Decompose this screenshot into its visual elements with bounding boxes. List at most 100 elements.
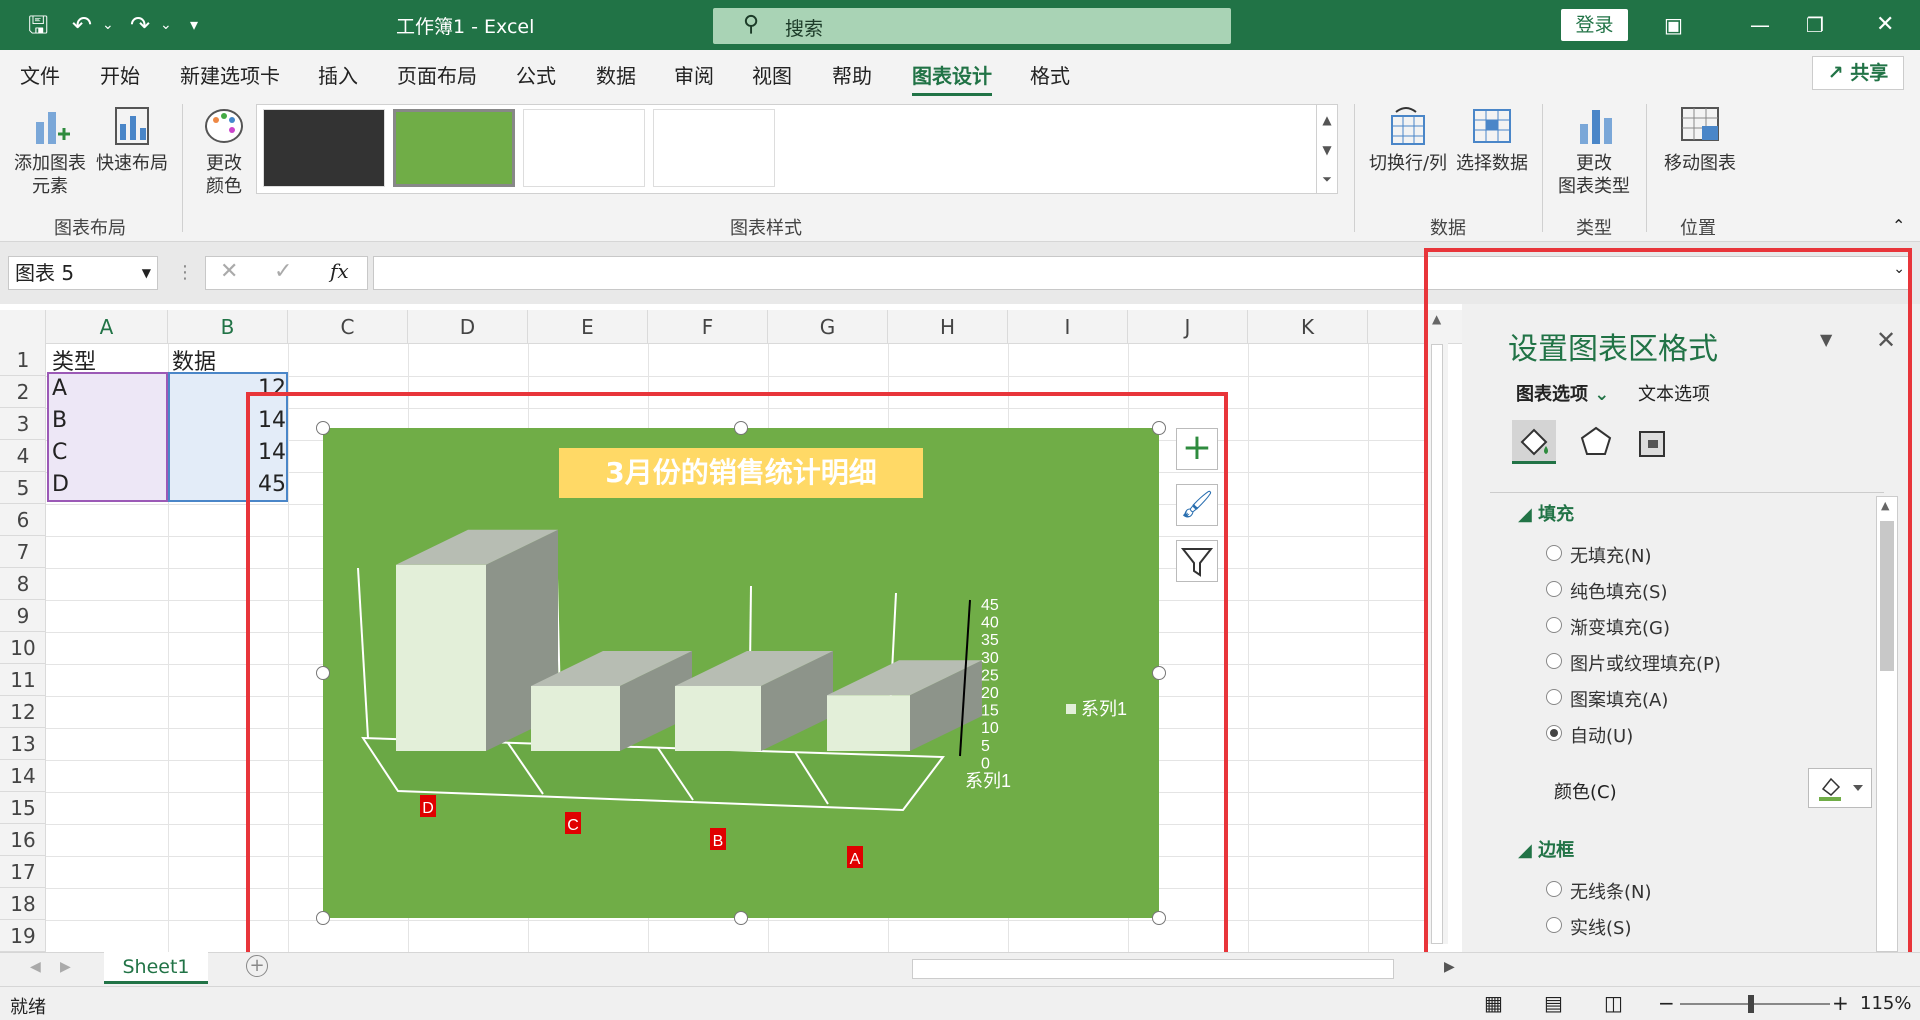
tab-page-layout[interactable]: 页面布局: [397, 60, 477, 89]
cell-a4[interactable]: C: [52, 440, 67, 465]
zoom-slider[interactable]: [1680, 1003, 1830, 1005]
tab-review[interactable]: 审阅: [674, 60, 714, 89]
tab-file[interactable]: 文件: [20, 60, 60, 89]
cancel-icon[interactable]: ✕: [220, 259, 238, 284]
column-header[interactable]: G: [768, 310, 888, 344]
row-header[interactable]: 11: [0, 664, 46, 696]
column-header[interactable]: K: [1248, 310, 1368, 344]
row-header[interactable]: 7: [0, 536, 46, 568]
login-button[interactable]: 登录: [1561, 9, 1628, 41]
search-box[interactable]: ⚲ 搜索: [713, 8, 1231, 44]
gallery-more-icon[interactable]: ⏷: [1317, 165, 1337, 193]
select-all-corner[interactable]: [0, 310, 46, 344]
row-header[interactable]: 4: [0, 440, 46, 472]
scroll-right-icon[interactable]: ▶: [1444, 959, 1455, 975]
undo-dropdown-icon[interactable]: ⌄: [102, 10, 114, 40]
redo-dropdown-icon[interactable]: ⌄: [160, 10, 172, 40]
ribbon-display-icon[interactable]: ▣: [1664, 10, 1683, 40]
tab-chart-design[interactable]: 图表设计: [912, 60, 992, 96]
horizontal-scrollbar[interactable]: [912, 959, 1394, 979]
column-header[interactable]: F: [648, 310, 768, 344]
chart-style-1[interactable]: [263, 109, 385, 187]
quick-layout-button[interactable]: 快速布局: [92, 104, 172, 175]
collapse-ribbon-icon[interactable]: ⌃: [1892, 216, 1905, 235]
column-header[interactable]: J: [1128, 310, 1248, 344]
row-header[interactable]: 9: [0, 600, 46, 632]
add-sheet-icon[interactable]: +: [246, 955, 268, 977]
column-header[interactable]: I: [1008, 310, 1128, 344]
row-header[interactable]: 12: [0, 696, 46, 728]
cell-a1[interactable]: 类型: [52, 344, 96, 376]
zoom-thumb[interactable]: [1748, 995, 1754, 1013]
name-box[interactable]: 图表 5 ▼: [8, 256, 158, 290]
redo-icon[interactable]: ↷: [130, 10, 150, 40]
chart-style-2[interactable]: [393, 109, 515, 187]
tab-help[interactable]: 帮助: [832, 60, 872, 89]
tab-home[interactable]: 开始: [100, 60, 140, 89]
column-header[interactable]: D: [408, 310, 528, 344]
change-chart-type-button[interactable]: 更改 图表类型: [1552, 104, 1636, 198]
row-header[interactable]: 3: [0, 408, 46, 440]
restore-icon[interactable]: ❐: [1806, 10, 1824, 40]
switch-row-column-button[interactable]: 切换行/列: [1366, 104, 1450, 175]
undo-icon[interactable]: ↶: [72, 10, 92, 40]
column-header[interactable]: E: [528, 310, 648, 344]
row-header[interactable]: 15: [0, 792, 46, 824]
enter-icon[interactable]: ✓: [274, 259, 292, 284]
cell-a2[interactable]: A: [52, 376, 67, 401]
column-header[interactable]: A: [46, 310, 168, 344]
gallery-scroll[interactable]: ▲ ▼ ⏷: [1316, 104, 1338, 194]
tab-new[interactable]: 新建选项卡: [180, 60, 280, 89]
column-header[interactable]: H: [888, 310, 1008, 344]
column-header[interactable]: B: [168, 310, 288, 344]
add-chart-element-button[interactable]: 添加图表 元素: [10, 104, 90, 198]
tab-insert[interactable]: 插入: [318, 60, 358, 89]
row-header[interactable]: 17: [0, 856, 46, 888]
customize-qat-icon[interactable]: ▾: [190, 10, 198, 40]
ribbon-separator: [1542, 104, 1543, 232]
zoom-in-icon[interactable]: +: [1832, 991, 1849, 1015]
normal-view-icon[interactable]: ▦: [1484, 991, 1503, 1015]
add-element-label: 添加图表 元素: [14, 153, 86, 197]
row-header[interactable]: 19: [0, 920, 46, 952]
save-icon[interactable]: 🖫: [28, 10, 48, 40]
tab-view[interactable]: 视图: [752, 60, 792, 89]
row-header[interactable]: 5: [0, 472, 46, 504]
insert-function-icon[interactable]: fx: [330, 259, 349, 283]
select-data-button[interactable]: 选择数据: [1452, 104, 1532, 175]
row-header[interactable]: 16: [0, 824, 46, 856]
row-header[interactable]: 1: [0, 344, 46, 376]
cell-a5[interactable]: D: [52, 472, 69, 497]
cell-a3[interactable]: B: [52, 408, 67, 433]
cell-b1[interactable]: 数据: [172, 344, 216, 376]
page-break-view-icon[interactable]: ◫: [1604, 991, 1623, 1015]
chart-style-3[interactable]: [523, 109, 645, 187]
search-placeholder: 搜索: [785, 18, 824, 40]
column-header[interactable]: C: [288, 310, 408, 344]
share-button[interactable]: ↗ 共享: [1812, 56, 1904, 90]
sheet-tab-sheet1[interactable]: Sheet1: [104, 952, 208, 984]
tab-format[interactable]: 格式: [1030, 60, 1070, 89]
next-sheet-icon[interactable]: ▶: [60, 959, 71, 975]
change-colors-button[interactable]: 更改 颜色: [190, 104, 258, 198]
row-header[interactable]: 8: [0, 568, 46, 600]
row-header[interactable]: 6: [0, 504, 46, 536]
tab-data[interactable]: 数据: [596, 60, 636, 89]
gallery-down-icon[interactable]: ▼: [1317, 135, 1337, 165]
name-box-dropdown-icon[interactable]: ▼: [142, 257, 151, 289]
minimize-icon[interactable]: —: [1750, 10, 1770, 40]
row-header[interactable]: 13: [0, 728, 46, 760]
close-icon[interactable]: ✕: [1876, 10, 1894, 40]
row-header[interactable]: 2: [0, 376, 46, 408]
gallery-up-icon[interactable]: ▲: [1317, 105, 1337, 135]
tab-formulas[interactable]: 公式: [516, 60, 556, 89]
move-chart-button[interactable]: 移动图表: [1658, 104, 1742, 175]
zoom-out-icon[interactable]: −: [1658, 991, 1675, 1015]
row-header[interactable]: 18: [0, 888, 46, 920]
page-layout-view-icon[interactable]: ▤: [1544, 991, 1563, 1015]
chart-style-4[interactable]: [653, 109, 775, 187]
prev-sheet-icon[interactable]: ◀: [30, 959, 41, 975]
zoom-level[interactable]: 115%: [1860, 993, 1911, 1014]
row-header[interactable]: 10: [0, 632, 46, 664]
row-header[interactable]: 14: [0, 760, 46, 792]
